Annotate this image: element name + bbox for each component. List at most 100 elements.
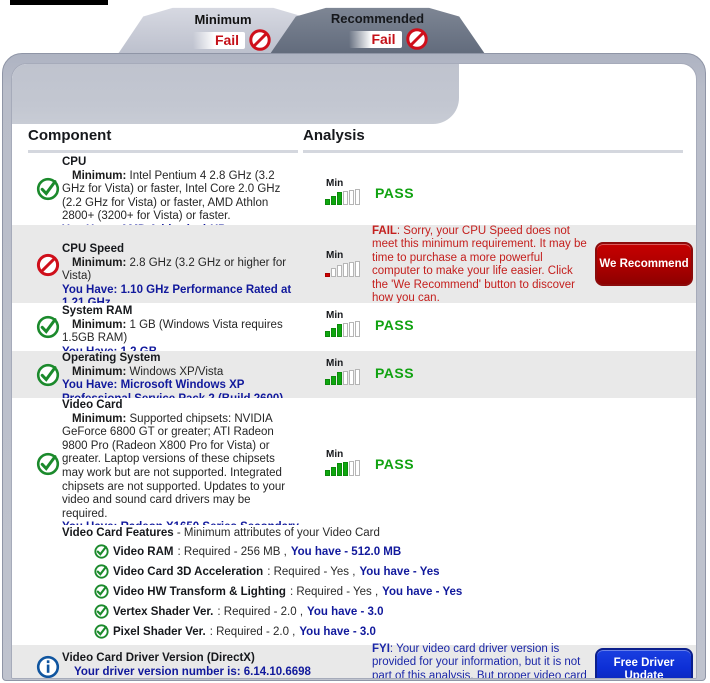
we-recommend-button-label: We Recommend	[599, 257, 689, 270]
meter-min-label: Min	[326, 449, 344, 460]
capability-meter: Min	[325, 179, 367, 205]
window-title-stub	[10, 0, 108, 5]
minimum-label: Minimum:	[72, 365, 127, 378]
pass-icon	[94, 544, 109, 559]
tab-recommended[interactable]: Recommended Fail	[270, 7, 485, 54]
pass-icon	[36, 315, 60, 339]
tab-minimum-status: Fail	[193, 29, 271, 51]
feature-required: : Required - 256 MB ,	[177, 545, 287, 558]
driver-version-row: Video Card Driver Version (DirectX) Your…	[12, 643, 696, 679]
list-item: Video Card 3D Acceleration : Required - …	[94, 564, 696, 579]
feature-required: : Required - 2.0 ,	[217, 605, 304, 618]
column-header-analysis: Analysis	[303, 127, 365, 144]
feature-required: : Required - 2.0 ,	[209, 625, 296, 638]
list-item: Vertex Shader Ver. : Required - 2.0 , Yo…	[94, 604, 696, 619]
pass-icon	[94, 564, 109, 579]
feature-label: Vertex Shader Ver.	[113, 605, 214, 618]
feature-have: You have - Yes	[359, 565, 440, 578]
pass-icon	[94, 624, 109, 639]
fail-icon	[36, 253, 60, 277]
table-row: CPU Speed Minimum: 2.8 GHz (3.2 GHz or h…	[12, 225, 696, 309]
tab-recommended-status-label: Fail	[371, 30, 396, 47]
list-item: Video RAM : Required - 256 MB , You have…	[94, 544, 696, 559]
feature-required: : Required - Yes ,	[267, 565, 356, 578]
feature-label: Pixel Shader Ver.	[113, 625, 206, 638]
capability-meter: Min	[325, 359, 367, 385]
component-name: System RAM	[62, 305, 133, 317]
verdict-label: PASS	[375, 456, 415, 472]
component-name: CPU Speed	[62, 243, 124, 255]
component-name: CPU	[62, 156, 87, 168]
requirements-list: CPU Minimum: Intel Pentium 4 2.8 GHz (3.…	[12, 153, 696, 679]
features-heading-rest: - Minimum attributes of your Video Card	[173, 527, 380, 539]
feature-label: Video RAM	[113, 545, 174, 558]
verdict-label: PASS	[375, 185, 415, 201]
feature-label: Video Card 3D Acceleration	[113, 565, 264, 578]
capability-meter: Min	[325, 450, 367, 476]
message-tag: FYI	[372, 643, 390, 655]
analysis-message: FAIL: Sorry, your CPU Speed does not mee…	[372, 225, 590, 305]
free-driver-update-button[interactable]: Free Driver Update	[595, 648, 693, 679]
message-text: : Sorry, your CPU Speed does not meet th…	[372, 225, 587, 305]
meter-bars	[325, 261, 367, 277]
meter-min-label: Min	[326, 178, 344, 189]
we-recommend-button[interactable]: We Recommend	[595, 242, 693, 286]
table-row: Video Card Minimum: Supported chipsets: …	[12, 398, 696, 561]
component-name: Video Card	[62, 399, 123, 411]
table-row: Operating System Minimum: Windows XP/Vis…	[12, 351, 696, 405]
driver-message: FYI: Your video card driver version is p…	[372, 643, 590, 679]
minimum-value: Windows XP/Vista	[129, 365, 224, 378]
column-header-component: Component	[28, 127, 112, 144]
features-heading: Video Card Features - Minimum attributes…	[62, 527, 696, 539]
table-row: System RAM Minimum: 1 GB (Windows Vista …	[12, 303, 696, 358]
fail-icon	[249, 29, 271, 51]
pass-icon	[36, 177, 60, 201]
feature-have: You have - 512.0 MB	[290, 545, 402, 558]
capability-meter: Min	[325, 311, 367, 337]
pass-icon	[36, 452, 60, 476]
message-text: : Your video card driver version is prov…	[372, 643, 587, 679]
list-item: Video HW Transform & Lighting : Required…	[94, 584, 696, 599]
tab-recommended-status: Fail	[349, 28, 428, 50]
feature-have: You have - 3.0	[307, 605, 384, 618]
pass-icon	[94, 584, 109, 599]
minimum-label: Minimum:	[72, 256, 127, 269]
pass-icon	[36, 363, 60, 387]
video-card-features: Video Card Features - Minimum attributes…	[12, 525, 696, 645]
feature-required: : Required - Yes ,	[289, 585, 379, 598]
free-driver-update-button-label: Free Driver Update	[613, 657, 675, 679]
meter-min-label: Min	[326, 310, 344, 321]
minimum-label: Minimum:	[72, 412, 127, 425]
features-heading-bold: Video Card Features	[62, 527, 174, 539]
minimum-label: Minimum:	[72, 169, 127, 182]
tab-recommended-label: Recommended	[330, 11, 425, 26]
requirements-analysis-window: Minimum Fail Recommended Fail Component …	[0, 0, 710, 683]
tab-minimum-label: Minimum	[194, 12, 252, 27]
feature-have: You have - Yes	[382, 585, 463, 598]
component-name: Operating System	[62, 352, 161, 364]
capability-meter: Min	[325, 251, 367, 277]
meter-min-label: Min	[326, 250, 344, 261]
driver-version: Your driver version number is: 6.14.10.6…	[74, 666, 311, 678]
list-item: Pixel Shader Ver. : Required - 2.0 , You…	[94, 624, 696, 639]
info-icon	[36, 655, 60, 678]
table-row: CPU Minimum: Intel Pentium 4 2.8 GHz (3.…	[12, 153, 696, 236]
row-component-info: CPU Speed Minimum: 2.8 GHz (3.2 GHz or h…	[62, 243, 299, 311]
feature-label: Video HW Transform & Lighting	[113, 585, 286, 598]
analysis-panel: Component Analysis CPU Minimum: Intel Pe…	[11, 63, 697, 679]
message-tag: FAIL	[372, 225, 397, 237]
verdict-label: PASS	[375, 365, 415, 381]
meter-bars	[325, 321, 367, 337]
fail-icon	[405, 28, 428, 50]
feature-have: You have - 3.0	[299, 625, 376, 638]
meter-bars	[325, 369, 367, 385]
tab-minimum-status-label: Fail	[214, 31, 240, 48]
meter-bars	[325, 460, 367, 476]
table-header: Component Analysis	[12, 124, 696, 153]
minimum-label: Minimum:	[72, 318, 127, 331]
verdict-label: PASS	[375, 317, 415, 333]
driver-name: Video Card Driver Version (DirectX)	[62, 652, 255, 664]
meter-bars	[325, 189, 367, 205]
minimum-value: Supported chipsets: NVIDIA GeForce 6800 …	[62, 412, 286, 520]
meter-min-label: Min	[326, 358, 344, 369]
